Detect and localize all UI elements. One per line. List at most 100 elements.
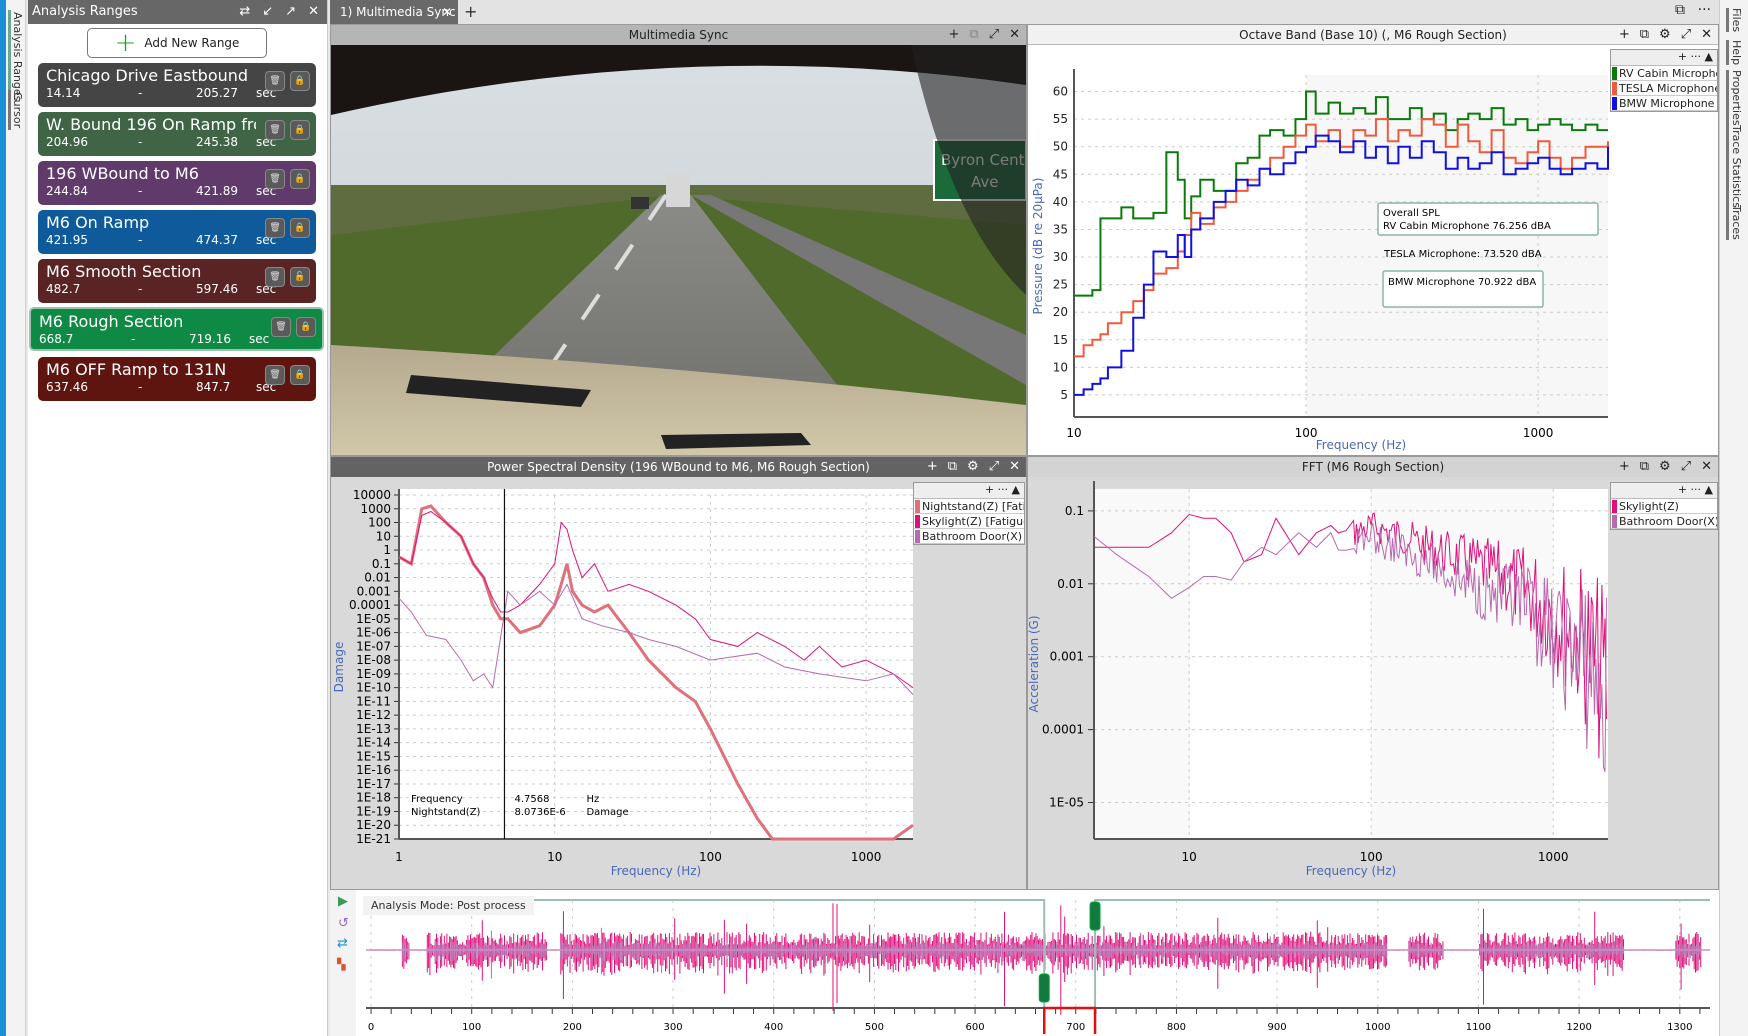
close-icon[interactable]: ✕ xyxy=(1701,457,1712,477)
add-icon[interactable]: + xyxy=(1678,483,1687,496)
y-axis-label: Damage xyxy=(332,642,346,693)
copy-icon[interactable]: ⧉ xyxy=(969,25,978,45)
lock-icon[interactable]: 🔒 xyxy=(290,169,310,189)
close-icon[interactable]: ✕ xyxy=(1009,457,1020,477)
range-item[interactable]: M6 OFF Ramp to 131N 637.46-847.7 sec 🗑 🔒 xyxy=(38,357,316,401)
document-tab-bar: 1) Multimedia Sync ✕ + ⧉ ··· xyxy=(330,0,1719,24)
range-item[interactable]: 196 WBound to M6 244.84-421.89 sec 🗑 🔒 xyxy=(38,161,316,205)
legend-item[interactable]: Nightstand(Z) [Fatigu xyxy=(914,499,1024,514)
unlock-icon[interactable]: 🔓 xyxy=(290,267,310,287)
lock-icon[interactable]: 🔒 xyxy=(290,365,310,385)
gear-icon[interactable]: ⚙ xyxy=(1659,457,1671,477)
range-item[interactable]: W. Bound 196 On Ramp from 204.96-245.38 se… xyxy=(38,112,316,156)
legend-item[interactable]: Skylight(Z) [Fatigue D xyxy=(914,514,1024,529)
range-dash: - xyxy=(131,332,136,346)
lock-icon[interactable]: 🔒 xyxy=(290,120,310,140)
close-icon[interactable]: ✕ xyxy=(1701,25,1712,45)
close-icon[interactable]: ✕ xyxy=(308,0,319,24)
legend-item[interactable]: Skylight(Z) xyxy=(1611,499,1717,514)
y-tick-label: 10 xyxy=(376,529,391,543)
close-icon[interactable]: ✕ xyxy=(1009,25,1020,45)
legend-item[interactable]: TESLA Microphone xyxy=(1611,81,1717,96)
delete-range-button[interactable]: 🗑 xyxy=(265,71,285,91)
y-tick-label: 40 xyxy=(1053,195,1068,209)
cursor-value-unit: Damage xyxy=(586,807,628,818)
tab-cursor[interactable]: Cursor xyxy=(8,90,24,131)
copy-icon[interactable]: ⧉ xyxy=(948,457,957,477)
tab-help[interactable]: Help xyxy=(1726,40,1743,66)
close-tab-icon[interactable]: ✕ xyxy=(442,0,452,24)
dock-icon[interactable]: ↙ xyxy=(262,0,273,24)
y-tick-label: 20 xyxy=(1053,305,1068,319)
more-icon[interactable]: ··· xyxy=(1698,2,1711,18)
video-frame[interactable]: Byron Cente Ave xyxy=(331,45,1034,457)
y-tick-label: 0.001 xyxy=(1050,650,1084,664)
panel-header: Multimedia Sync + ⧉ ⤢ ✕ xyxy=(331,25,1026,45)
y-tick-label: 60 xyxy=(1053,85,1068,99)
legend-item[interactable]: RV Cabin Microphone xyxy=(1611,66,1717,81)
timeline-chart[interactable]: 0 100 200 300 400 500 600 700 800 900 1000 1100 1200… xyxy=(330,890,1719,1036)
tab-trace-statistics[interactable]: Trace Statistics xyxy=(1726,125,1743,208)
delete-range-button[interactable]: 🗑 xyxy=(265,169,285,189)
range-dash: - xyxy=(138,282,143,296)
lock-icon[interactable]: 🔒 xyxy=(296,317,316,337)
range-buttons: 🗑 🔒 xyxy=(265,218,310,238)
selection-end-handle[interactable] xyxy=(1089,901,1101,931)
swap-icon[interactable]: ⇄ xyxy=(239,0,250,24)
copy-icon[interactable]: ⧉ xyxy=(1640,457,1649,477)
maximize-icon[interactable]: ⤢ xyxy=(1681,25,1691,45)
delete-range-button[interactable]: 🗑 xyxy=(271,317,291,337)
delete-range-button[interactable]: 🗑 xyxy=(265,365,285,385)
new-tab-button[interactable]: + xyxy=(464,2,477,21)
range-end: 597.46 xyxy=(196,282,238,296)
add-icon[interactable]: + xyxy=(1619,457,1630,477)
tab-traces[interactable]: Traces xyxy=(1726,205,1743,240)
y-tick-label: 0.001 xyxy=(357,584,391,598)
maximize-icon[interactable]: ⤢ xyxy=(989,25,999,45)
range-item[interactable]: M6 Smooth Section 482.7-597.46 sec 🗑 🔓 xyxy=(38,259,316,303)
tab-files[interactable]: Files xyxy=(1726,8,1743,33)
legend-item[interactable]: Bathroom Door(X) xyxy=(1611,514,1717,529)
x-tick-label: 1000 xyxy=(851,850,882,864)
delete-range-button[interactable]: 🗑 xyxy=(265,267,285,287)
analysis-ranges-panel: Analysis Ranges ⇄ ↙ ↗ ✕ + Add New Range … xyxy=(28,0,328,1036)
range-start: 14.14 xyxy=(46,86,81,100)
range-buttons: 🗑 🔒 xyxy=(265,365,310,385)
maximize-icon[interactable]: ⤢ xyxy=(989,457,999,477)
add-icon[interactable]: + xyxy=(985,483,994,496)
tab-properties[interactable]: Properties xyxy=(1726,70,1743,126)
range-buttons: 🗑 🔒 xyxy=(271,317,316,337)
range-item[interactable]: M6 On Ramp 421.95-474.37 sec 🗑 🔒 xyxy=(38,210,316,254)
new-window-icon[interactable]: ⧉ xyxy=(1675,2,1685,18)
add-icon[interactable]: + xyxy=(1678,50,1687,63)
y-tick-label: 1E-10 xyxy=(356,681,391,695)
x-tick-label: 100 xyxy=(462,1022,481,1033)
legend-item[interactable]: Bathroom Door(X) [F xyxy=(914,529,1024,544)
gear-icon[interactable]: ⚙ xyxy=(967,457,979,477)
fft-chart[interactable]: 0.1 0.01 0.001 0.0001 1E-05 10 100 1000 Frequenc… xyxy=(1027,477,1718,889)
range-start: 204.96 xyxy=(46,135,88,149)
y-tick-label: 1E-14 xyxy=(356,736,391,750)
add-new-range-button[interactable]: + Add New Range xyxy=(87,28,267,58)
add-icon[interactable]: + xyxy=(948,25,959,45)
legend-toolbar: + ··· ▲ xyxy=(1611,483,1717,499)
legend-item[interactable]: BMW Microphone xyxy=(1611,96,1717,111)
range-item[interactable]: M6 Rough Section 668.7 - 719.16 sec 🗑 🔒 xyxy=(29,307,324,351)
range-start: 244.84 xyxy=(46,184,88,198)
gear-icon[interactable]: ⚙ xyxy=(1659,25,1671,45)
y-tick-label: 1E-09 xyxy=(356,667,391,681)
popout-icon[interactable]: ↗ xyxy=(285,0,296,24)
lock-icon[interactable]: 🔒 xyxy=(290,71,310,91)
delete-range-button[interactable]: 🗑 xyxy=(265,218,285,238)
range-item[interactable]: Chicago Drive Eastbound 14.14-205.27 sec 🗑 🔒 xyxy=(38,63,316,107)
selection-start-handle[interactable] xyxy=(1038,973,1050,1003)
y-tick-label: 1E-05 xyxy=(356,612,391,626)
add-icon[interactable]: + xyxy=(1619,25,1630,45)
delete-range-button[interactable]: 🗑 xyxy=(265,120,285,140)
x-tick-label: 1100 xyxy=(1466,1022,1491,1033)
tab-multimedia-sync[interactable]: 1) Multimedia Sync ✕ xyxy=(330,0,458,24)
lock-icon[interactable]: 🔒 xyxy=(290,218,310,238)
add-icon[interactable]: + xyxy=(927,457,938,477)
maximize-icon[interactable]: ⤢ xyxy=(1681,457,1691,477)
copy-icon[interactable]: ⧉ xyxy=(1640,25,1649,45)
